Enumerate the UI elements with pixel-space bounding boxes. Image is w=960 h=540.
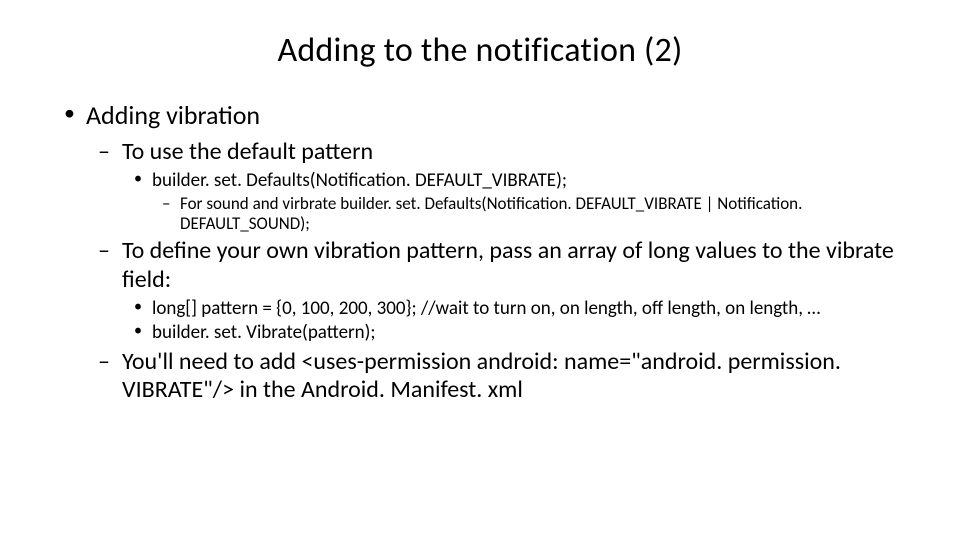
bullet-text: You'll need to add <uses-permission andr… — [122, 347, 841, 404]
bullet-text: For sound and virbrate builder. set. Def… — [180, 193, 802, 234]
slide-title: Adding to the notification (2) — [50, 30, 910, 71]
bullet-text: Adding vibration — [86, 99, 260, 131]
bullet-list-level3: long[] pattern = {0, 100, 200, 300}; //w… — [122, 298, 910, 345]
bullet-text: builder. set. Defaults(Notification. DEF… — [152, 169, 567, 192]
bullet-l3-item: builder. set. Vibrate(pattern); — [122, 322, 910, 344]
bullet-list-level1: Adding vibration To use the default patt… — [50, 99, 910, 404]
bullet-l2-item: To define your own vibration pattern, pa… — [86, 237, 910, 344]
bullet-l1-item: Adding vibration To use the default patt… — [50, 99, 910, 404]
bullet-text: To use the default pattern — [122, 137, 373, 166]
bullet-list-level4: For sound and virbrate builder. set. Def… — [152, 194, 910, 234]
bullet-l3-item: long[] pattern = {0, 100, 200, 300}; //w… — [122, 298, 910, 320]
bullet-text: builder. set. Vibrate(pattern); — [152, 321, 375, 344]
bullet-l4-item: For sound and virbrate builder. set. Def… — [152, 194, 910, 234]
bullet-l2-item: To use the default pattern builder. set.… — [86, 138, 910, 235]
bullet-text: long[] pattern = {0, 100, 200, 300}; //w… — [152, 297, 820, 320]
bullet-text: To define your own vibration pattern, pa… — [122, 236, 894, 293]
bullet-l2-item: You'll need to add <uses-permission andr… — [86, 348, 910, 405]
slide: Adding to the notification (2) Adding vi… — [0, 0, 960, 540]
bullet-l3-item: builder. set. Defaults(Notification. DEF… — [122, 170, 910, 235]
bullet-list-level2: To use the default pattern builder. set.… — [86, 138, 910, 405]
bullet-list-level3: builder. set. Defaults(Notification. DEF… — [122, 170, 910, 235]
